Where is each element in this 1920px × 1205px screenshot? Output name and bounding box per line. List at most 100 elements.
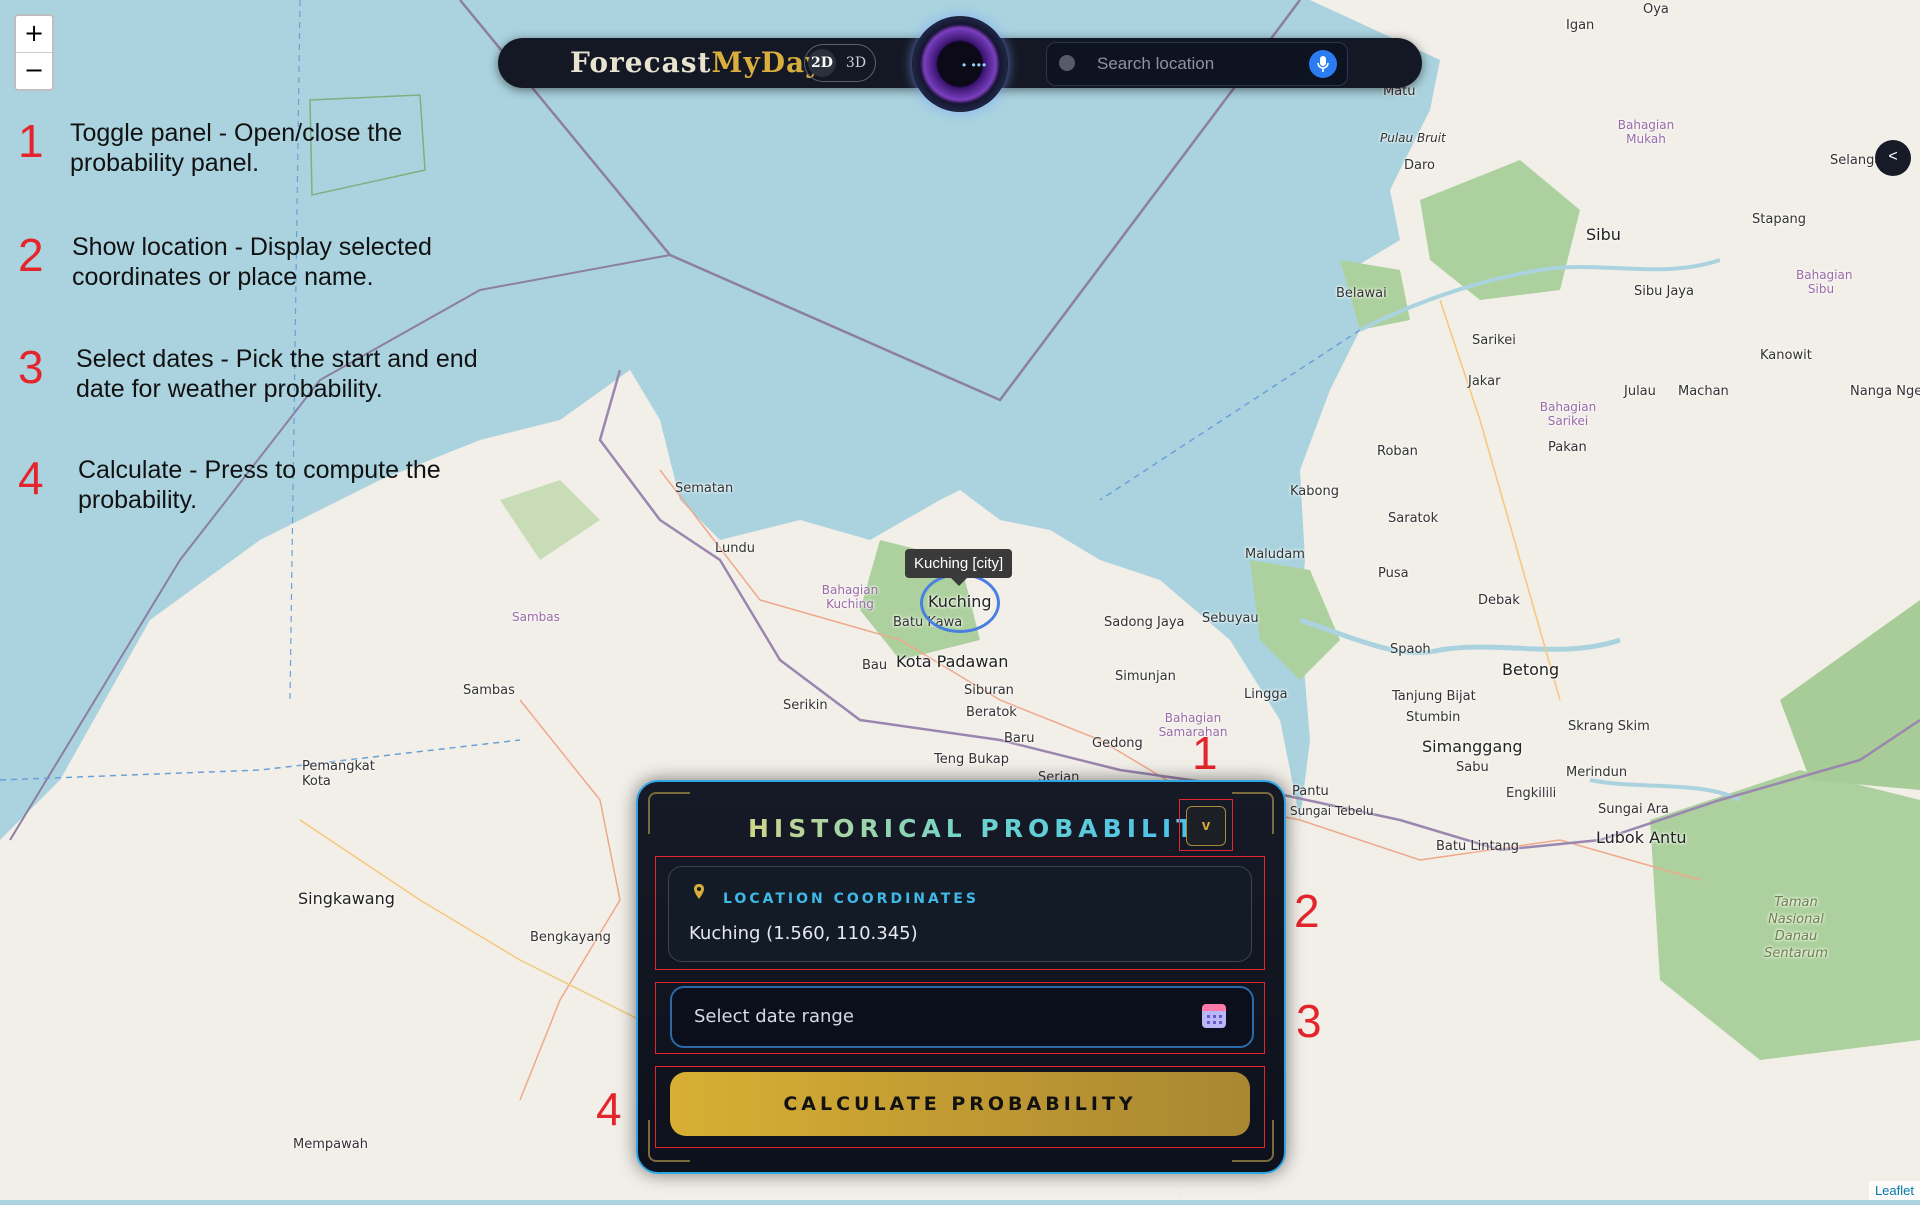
location-card: LOCATION COORDINATES Kuching (1.560, 110… [668, 866, 1252, 962]
side-panel-toggle-button[interactable]: < [1875, 140, 1911, 176]
map-label: Pantu [1292, 784, 1329, 799]
weather-orb-button[interactable]: • ••• [912, 16, 1008, 112]
annotation-number: 3 [18, 341, 44, 393]
map-label: Julau [1624, 384, 1656, 399]
calendar-icon[interactable] [1202, 1004, 1226, 1028]
map-label: Sibu [1586, 225, 1621, 244]
zoom-out-button[interactable]: − [16, 53, 52, 89]
panel-title: HISTORICAL PROBABILITY [748, 814, 1222, 843]
map-pin-icon [694, 884, 704, 899]
map-label: Baru [1004, 731, 1035, 746]
panel-corner-decoration [1232, 792, 1274, 834]
map-label: Sambas [463, 683, 515, 698]
panel-collapse-button[interactable]: v [1186, 806, 1226, 846]
map-label: Lingga [1244, 687, 1288, 702]
location-coordinates-label: LOCATION COORDINATES [723, 891, 979, 907]
panel-corner-decoration [648, 792, 690, 834]
annotation-3: 3 Select dates - Pick the start and end … [18, 342, 506, 404]
map-label: Bahagian Sibu [1796, 268, 1853, 296]
search-icon [1059, 55, 1075, 71]
map-label: Simanggang [1422, 737, 1523, 756]
map-label: Bengkayang [530, 930, 611, 945]
callout-number-2: 2 [1294, 885, 1320, 937]
map-label: Simunjan [1115, 669, 1176, 684]
app-logo: ForecastMyDay [570, 46, 822, 79]
location-coordinates-value: Kuching (1.560, 110.345) [689, 923, 918, 944]
map-label: Engkilili [1506, 786, 1557, 801]
map-label: Lundu [715, 541, 755, 556]
map-label: Sungai Tebelu [1290, 804, 1374, 818]
map-label: Serikin [783, 698, 828, 713]
callout-number-3: 3 [1296, 995, 1322, 1047]
map-label: Jakar [1468, 374, 1501, 389]
map-label: Kabong [1290, 484, 1339, 499]
map-label: Oya [1643, 2, 1669, 17]
microphone-icon [1317, 56, 1329, 72]
map-label: Belawai [1336, 286, 1387, 301]
map-label: Igan [1566, 18, 1595, 33]
annotation-number: 2 [18, 229, 44, 281]
zoom-control: + − [14, 14, 54, 91]
map-label: Betong [1502, 660, 1560, 679]
map-label: Mempawah [293, 1137, 368, 1152]
map-label: Lubok Antu [1596, 828, 1687, 847]
map-label: Bahagian Kuching [821, 583, 879, 611]
annotation-number: 1 [18, 115, 44, 167]
view-mode-toggle: 2D 3D [804, 44, 876, 82]
loading-dots: • ••• [962, 58, 988, 72]
search-bar: Search location [1046, 42, 1348, 86]
map-label: Skrang Skim [1568, 719, 1650, 734]
map-label: Daro [1404, 158, 1435, 173]
mode-3d-button[interactable]: 3D [842, 49, 870, 77]
map-label: Sungai Ara [1598, 802, 1669, 817]
leaflet-attribution-link[interactable]: Leaflet [1868, 1181, 1920, 1200]
location-tooltip: Kuching [city] [905, 549, 1013, 586]
map-label: Sebuyau [1202, 611, 1259, 626]
annotation-text: Calculate - Press to compute the probabi… [78, 456, 441, 514]
map-label: Debak [1478, 593, 1520, 608]
map-label: Pemangkat Kota [302, 759, 375, 789]
map-label: Sibu Jaya [1634, 284, 1694, 299]
map-label: Spaoh [1390, 642, 1431, 657]
map-label: Sambas [512, 610, 560, 624]
map-label: Beratok [966, 705, 1017, 720]
date-range-placeholder: Select date range [694, 1006, 854, 1027]
map-label: Pulau Bruit [1380, 131, 1446, 145]
zoom-in-button[interactable]: + [16, 16, 52, 53]
map-label: Teng Bukap [934, 752, 1010, 767]
map-label: Sadong Jaya [1104, 615, 1185, 630]
map-label: Gedong [1092, 736, 1143, 751]
annotation-number: 4 [18, 452, 44, 504]
map-label: Stapang [1752, 212, 1807, 227]
map-label: Taman Nasional Danau Sentarum [1764, 895, 1828, 961]
callout-number-1: 1 [1192, 727, 1218, 779]
map-label: Sematan [675, 481, 734, 496]
map-label: Nanga Ngem [1850, 384, 1920, 399]
map-label: Stumbin [1406, 710, 1461, 725]
map-label: Singkawang [298, 889, 395, 908]
map-label: Kanowit [1760, 348, 1812, 363]
map-label: Bahagian Sarikei [1539, 400, 1597, 428]
callout-number-4: 4 [596, 1083, 622, 1135]
annotation-text: Select dates - Pick the start and end da… [76, 345, 478, 403]
map-label: Roban [1377, 444, 1418, 459]
map-label: Kota Padawan [896, 652, 1009, 671]
map-label: Maludam [1245, 547, 1305, 562]
date-range-input[interactable]: Select date range [670, 986, 1254, 1048]
annotation-1: 1 Toggle panel - Open/close the probabil… [18, 116, 410, 178]
logo-text-forecast: Forecast [570, 46, 712, 79]
map-label: Sabu [1456, 760, 1489, 775]
map-label: Sarikei [1472, 333, 1516, 348]
calculate-probability-button[interactable]: CALCULATE PROBABILITY [670, 1072, 1250, 1136]
annotation-text: Show location - Display selected coordin… [72, 233, 432, 291]
annotation-4: 4 Calculate - Press to compute the proba… [18, 453, 458, 515]
map-label: Merindun [1566, 765, 1628, 780]
map-label: Saratok [1388, 511, 1439, 526]
map-label: Tanjung Bijat [1392, 689, 1476, 704]
mode-2d-button[interactable]: 2D [808, 49, 836, 77]
annotation-text: Toggle panel - Open/close the probabilit… [70, 119, 403, 177]
map-label: Machan [1678, 384, 1729, 399]
map-label: Pusa [1378, 566, 1409, 581]
search-input[interactable]: Search location [1097, 54, 1214, 74]
microphone-button[interactable] [1309, 50, 1337, 78]
